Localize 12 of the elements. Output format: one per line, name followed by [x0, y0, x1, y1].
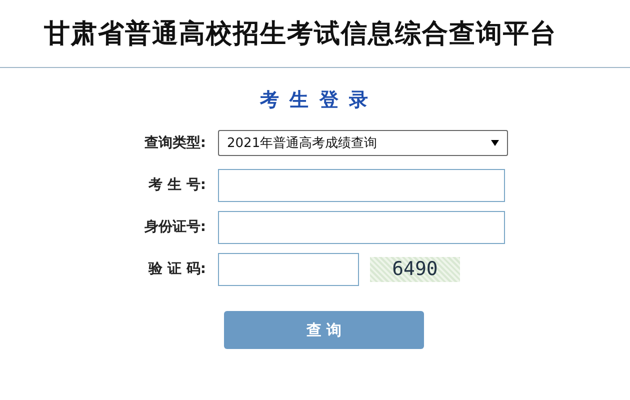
- login-heading: 考 生 登 录: [260, 88, 370, 113]
- caret-icon: [491, 140, 499, 146]
- captcha-field[interactable]: [218, 252, 359, 286]
- input-field[interactable]: [218, 210, 505, 244]
- field-label: 验 证 码:: [147, 260, 207, 278]
- site-title: 甘肃省普通高校招生考试信息综合查询平台: [44, 18, 557, 51]
- query-type-dropdown[interactable]: 2021年普通高考成绩查询: [218, 130, 508, 156]
- captcha-image[interactable]: 6490: [370, 256, 460, 282]
- field-label: 身份证号:: [143, 218, 207, 236]
- field-label: 考 生 号:: [148, 176, 207, 194]
- input-field[interactable]: [218, 168, 505, 202]
- field-label: 查询类型:: [143, 134, 207, 152]
